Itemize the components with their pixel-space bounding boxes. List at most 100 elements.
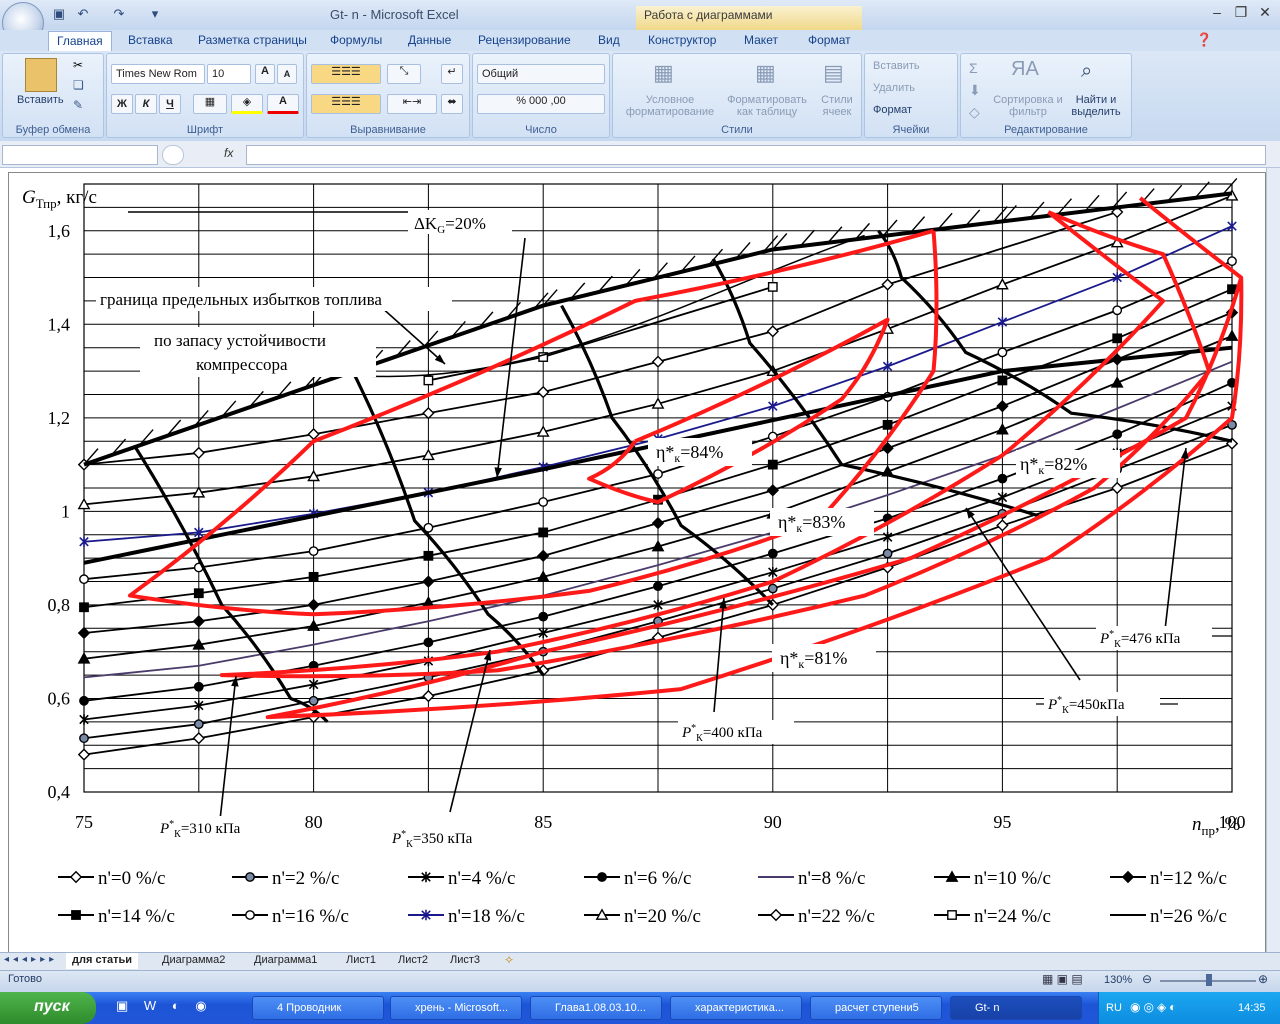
x-tick-label: 75 <box>75 812 93 832</box>
data-point <box>79 602 89 613</box>
stability-label-2: компрессора <box>196 355 288 374</box>
sheet-tab-chart1[interactable]: Диаграмма1 <box>248 953 323 969</box>
y-tick-label: 1,4 <box>48 314 71 334</box>
sheet-tab-sheet2[interactable]: Лист2 <box>392 953 434 969</box>
chart-annotations: GТпр, кг/с nпр, % ΔKG=20% граница предел… <box>22 187 1240 850</box>
data-point <box>192 446 205 460</box>
data-point <box>997 492 1008 503</box>
data-point <box>997 347 1008 358</box>
legend-item: n'=24 %/с <box>934 906 1051 927</box>
insert-sheet-icon[interactable]: ✧ <box>504 953 514 967</box>
quick-launch-icons[interactable]: ▣ W ◐ ◉ <box>116 998 213 1014</box>
data-point <box>947 910 957 920</box>
legend-label: n'=22 %/с <box>798 906 875 927</box>
task-word-2[interactable]: Глава1.08.03.10... <box>530 996 662 1020</box>
status-bar <box>0 970 1280 993</box>
task-explorer[interactable]: 4 Проводник <box>252 996 384 1020</box>
data-point <box>193 681 204 692</box>
data-point <box>767 281 778 292</box>
data-point <box>422 406 435 420</box>
zoom-in-icon[interactable]: ⊕ <box>1258 972 1268 986</box>
annotation-arrow <box>1164 447 1187 631</box>
y-tick-label: 0,6 <box>48 688 71 708</box>
tray-icons[interactable]: ◉◎◈◐ <box>1130 1000 1179 1014</box>
sheet-tab-sheet1[interactable]: Лист1 <box>340 953 382 969</box>
start-button[interactable]: пуск <box>0 992 96 1024</box>
annotation-arrow <box>379 305 446 365</box>
data-point <box>597 872 607 882</box>
task-word-1[interactable]: хрень - Microsoft... <box>390 996 522 1020</box>
legend-label: n'=24 %/с <box>974 906 1051 927</box>
data-point <box>245 872 255 882</box>
legend-item: n'=10 %/с <box>934 868 1051 889</box>
legend-item: n'=26 %/с <box>1110 906 1227 927</box>
legend-label: n'=14 %/с <box>98 906 175 927</box>
data-point <box>193 588 204 599</box>
legend-label: n'=16 %/с <box>272 906 349 927</box>
boundary-label: граница предельных избытков топлива <box>100 290 382 309</box>
data-point <box>1121 870 1135 884</box>
chart-svg[interactable]: 75 80 85 90 95 1000,40,60,811,21,41,6 GТпр, к… <box>0 0 1280 1024</box>
zoom-level[interactable]: 130% <box>1104 974 1132 986</box>
data-point <box>77 748 91 761</box>
chart-legend: n'=0 %/с n'=2 %/с n'=4 %/с n'=6 %/с n'=8 %/с… <box>58 868 1227 927</box>
sheet-tab-chart2[interactable]: Диаграмма2 <box>156 953 231 969</box>
data-point <box>308 571 319 582</box>
data-point <box>651 516 665 530</box>
data-point <box>422 689 435 703</box>
data-point <box>882 548 893 559</box>
eta81-label: η*к=81% <box>780 648 847 671</box>
x-tick-label: 85 <box>534 812 552 832</box>
data-point <box>997 473 1008 484</box>
sheet-nav-icons[interactable]: ◂◂◂▸▸▸ <box>4 954 58 965</box>
y-tick-label: 1 <box>61 501 70 521</box>
annotation-arrow <box>965 507 1081 681</box>
task-word-3[interactable]: характеристика... <box>670 996 802 1020</box>
sheet-tab-sheet3[interactable]: Лист3 <box>444 953 486 969</box>
task-excel-active[interactable]: Gt- n <box>950 996 1082 1020</box>
y-axis-label: GТпр, кг/с <box>22 187 97 211</box>
zoom-slider-thumb[interactable] <box>1206 974 1212 986</box>
legend-label: n'=8 %/с <box>798 868 865 889</box>
legend-label: n'=0 %/с <box>98 868 165 889</box>
x-tick-label: 95 <box>993 812 1011 832</box>
data-point <box>71 910 81 920</box>
language-indicator[interactable]: RU <box>1106 1002 1122 1014</box>
eta82-label: η*к=82% <box>1020 454 1087 477</box>
legend-item: n'=6 %/с <box>584 868 691 889</box>
legend-item: n'=2 %/с <box>232 868 339 889</box>
eta83-label: η*к=83% <box>778 512 845 535</box>
data-point <box>882 361 893 372</box>
stability-label-1: по запасу устойчивости <box>154 331 326 350</box>
data-point <box>997 375 1008 386</box>
data-point <box>538 527 549 538</box>
data-point <box>882 419 893 430</box>
view-mode-icons[interactable]: ▦ ▣ ▤ <box>1042 972 1083 986</box>
sheet-tab-article[interactable]: для статьи <box>66 953 138 969</box>
data-point <box>651 355 665 368</box>
data-point <box>653 469 663 479</box>
x-axis-label: nпр, % <box>1192 814 1240 838</box>
data-point <box>537 549 550 563</box>
data-point <box>1227 256 1237 267</box>
data-point <box>193 719 204 730</box>
data-point <box>77 626 91 640</box>
data-point <box>1111 481 1124 495</box>
data-point <box>423 637 434 648</box>
eta84-label: η*к=84% <box>656 442 723 465</box>
zoom-out-icon[interactable]: ⊖ <box>1142 972 1152 986</box>
data-point <box>1112 429 1123 440</box>
legend-label: n'=18 %/с <box>448 906 525 927</box>
task-excel-1[interactable]: расчет ступени5 <box>810 996 942 1020</box>
data-point <box>307 598 320 612</box>
data-point <box>766 325 779 338</box>
legend-item: n'=0 %/с <box>58 868 165 889</box>
data-point <box>79 574 89 585</box>
data-point <box>767 459 778 470</box>
data-point <box>423 375 434 386</box>
annotation-arrow <box>219 675 237 821</box>
x-tick-label: 90 <box>764 812 782 832</box>
data-point <box>79 733 89 744</box>
data-point <box>422 575 435 588</box>
legend-label: n'=2 %/с <box>272 868 339 889</box>
